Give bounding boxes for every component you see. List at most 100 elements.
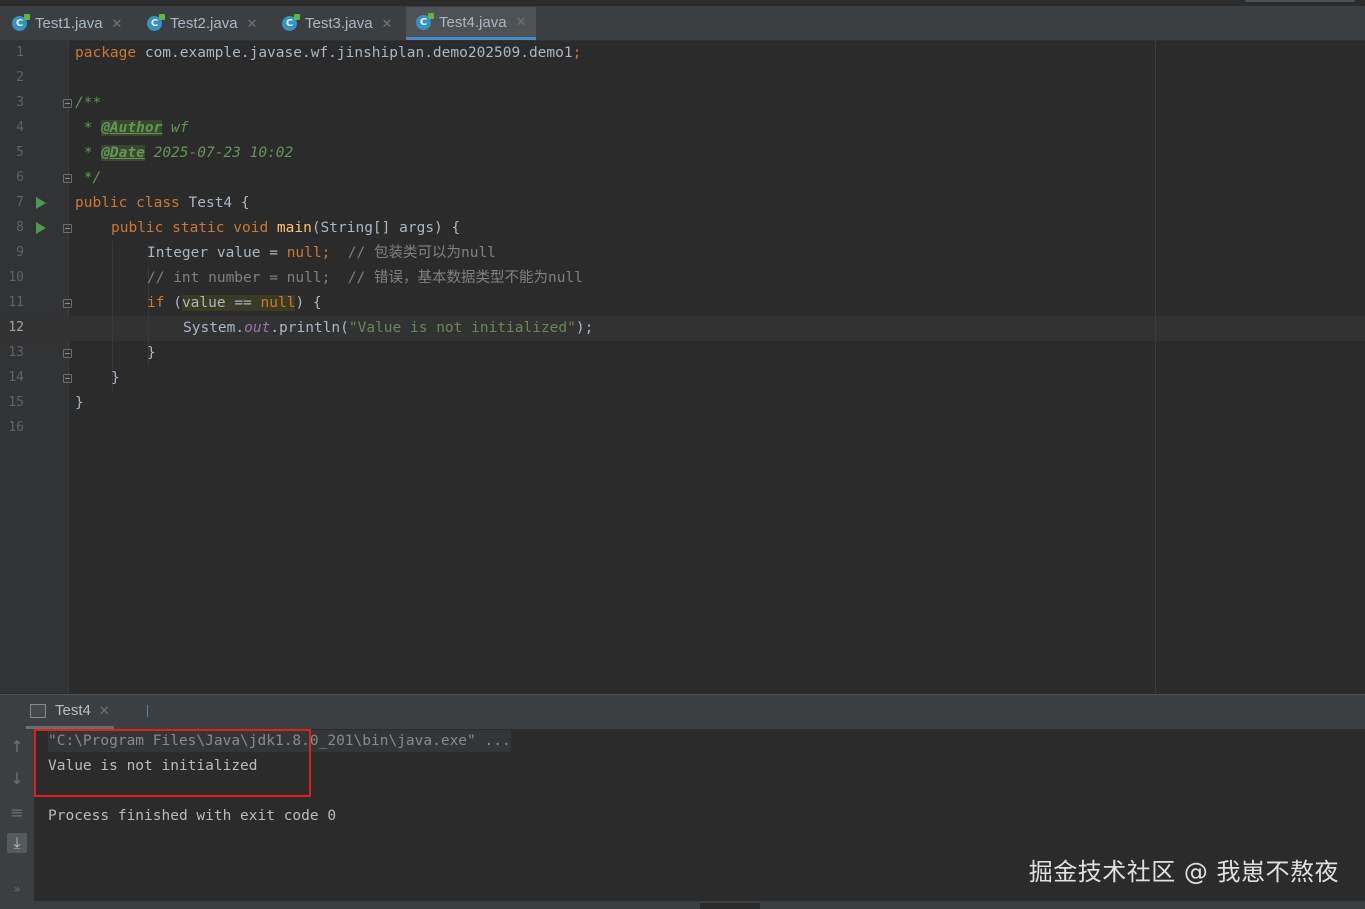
close-icon[interactable]: ✕ [112, 16, 123, 32]
method-name: main [276, 220, 312, 236]
tab-test2[interactable]: C Test2.java ✕ [137, 7, 267, 40]
code-line-11: if (value == null) { [147, 291, 322, 316]
keyword: package [75, 45, 137, 61]
tab-test4[interactable]: C Test4.java ✕ [406, 7, 537, 40]
code-line-4: * @Author wf [75, 116, 189, 141]
run-tab-label: Test4 [55, 702, 91, 719]
tab-separator [147, 705, 148, 717]
tab-test1[interactable]: C Test1.java ✕ [2, 7, 132, 40]
scroll-to-end-icon[interactable]: ⤓ [7, 833, 27, 853]
code-line-10: // int number = null; // 错误，基本数据类型不能为nul… [147, 270, 583, 286]
fold-icon[interactable] [63, 349, 72, 358]
doc-star: * [75, 120, 102, 136]
code-line-5: * @Date 2025-07-23 10:02 [75, 141, 293, 166]
run-main-icon[interactable] [36, 222, 46, 234]
package-name: com.example.javase.wf.jinshiplan.demo202… [136, 45, 573, 61]
fold-icon[interactable] [63, 99, 72, 108]
fold-icon[interactable] [63, 374, 72, 383]
right-margin-guide [1155, 41, 1156, 693]
line-number: 9 [16, 245, 24, 260]
watermark: 掘金技术社区 @ 我崽不熬夜 [1028, 858, 1339, 886]
static-field: out [244, 320, 271, 336]
line-number: 8 [16, 220, 24, 235]
tab-label: Test2.java [170, 15, 238, 32]
code-line-9: Integer value = null; // 包装类可以为null [147, 241, 496, 266]
paren-brace: ) { [295, 295, 322, 311]
line-number: 2 [16, 70, 24, 85]
line-number: 3 [16, 95, 24, 110]
code-line-12: System.out.println("Value is not initial… [183, 316, 593, 341]
close-icon[interactable]: ✕ [99, 703, 110, 719]
system-object: System. [183, 320, 245, 336]
code-line-14: } [111, 370, 120, 386]
string-literal: "Value is not initialized" [348, 320, 576, 336]
code-line-1: package com.example.javase.wf.jinshiplan… [75, 41, 581, 66]
code-line-13: } [147, 345, 156, 361]
java-class-icon: C [416, 12, 434, 30]
dot: . [270, 320, 280, 336]
code-editor[interactable] [69, 41, 1365, 693]
line-number: 6 [16, 170, 24, 185]
code-line-15: } [75, 395, 84, 411]
doc-star: * [75, 145, 102, 161]
doc-tag: @Date [101, 145, 145, 161]
line-number: 1 [16, 45, 24, 60]
close-icon[interactable]: ✕ [516, 14, 527, 30]
line-number-current: 12 [8, 320, 24, 335]
keyword: public [75, 195, 128, 211]
editor-tab-bar: C Test1.java ✕ C Test2.java ✕ C Test3.ja… [0, 0, 1365, 41]
tab-label: Test3.java [305, 15, 373, 32]
console-exit-line: Process finished with exit code 0 [48, 808, 337, 824]
method-params: (String[] args) { [311, 220, 461, 236]
doc-value: 2025-07-23 10:02 [144, 145, 294, 161]
code-line-6: */ [75, 170, 102, 186]
keyword: if [147, 295, 165, 311]
paren: ( [340, 320, 349, 336]
line-number-gutter [0, 41, 69, 693]
class-name: Test4 { [179, 195, 250, 211]
line-number: 16 [8, 420, 24, 435]
line-number: 13 [8, 345, 24, 360]
keyword: public [111, 220, 164, 236]
run-panel-header: Test4 ✕ [0, 694, 1365, 729]
paren-semicolon: ); [575, 320, 594, 336]
scroll-up-icon[interactable]: ↑ [7, 737, 27, 757]
tab-bar-right-control[interactable] [1245, 0, 1355, 2]
console-icon [30, 703, 46, 718]
line-number: 14 [8, 370, 24, 385]
paren: ( [164, 295, 182, 311]
run-toolbar: ↑ ↓ ≡ ⤓ » [0, 729, 35, 909]
code-line-3: /** [75, 95, 102, 111]
run-class-icon[interactable] [36, 197, 46, 209]
fold-icon[interactable] [63, 299, 72, 308]
doc-value: wf [162, 120, 189, 136]
status-bar-indicator [700, 903, 760, 909]
java-class-icon: C [282, 14, 300, 31]
run-tab-test4[interactable]: Test4 ✕ [26, 695, 114, 729]
line-number: 15 [8, 395, 24, 410]
code-line-8: public static void main(String[] args) { [111, 216, 460, 241]
keyword: static [172, 220, 225, 236]
line-comment: // 包装类可以为null [330, 245, 496, 261]
status-bar [0, 901, 1365, 909]
close-icon[interactable]: ✕ [382, 16, 393, 32]
tab-label: Test4.java [439, 13, 507, 31]
close-icon[interactable]: ✕ [247, 16, 258, 32]
java-class-icon: C [147, 14, 165, 31]
soft-wrap-icon[interactable]: ≡ [7, 803, 27, 823]
tab-label: Test1.java [35, 15, 103, 32]
line-number: 10 [8, 270, 24, 285]
line-number: 4 [16, 120, 24, 135]
fold-icon[interactable] [63, 174, 72, 183]
fold-icon[interactable] [63, 224, 72, 233]
scroll-down-icon[interactable]: ↓ [7, 769, 27, 789]
condition-variable: value == [181, 295, 261, 311]
code-line-7: public class Test4 { [75, 191, 250, 216]
keyword: class [136, 195, 180, 211]
tab-test3[interactable]: C Test3.java ✕ [272, 7, 402, 40]
keyword: void [233, 220, 269, 236]
line-number: 11 [8, 295, 24, 310]
highlight-annotation-box [34, 729, 311, 797]
more-actions-icon[interactable]: » [7, 879, 27, 899]
method-call: println [279, 320, 341, 336]
